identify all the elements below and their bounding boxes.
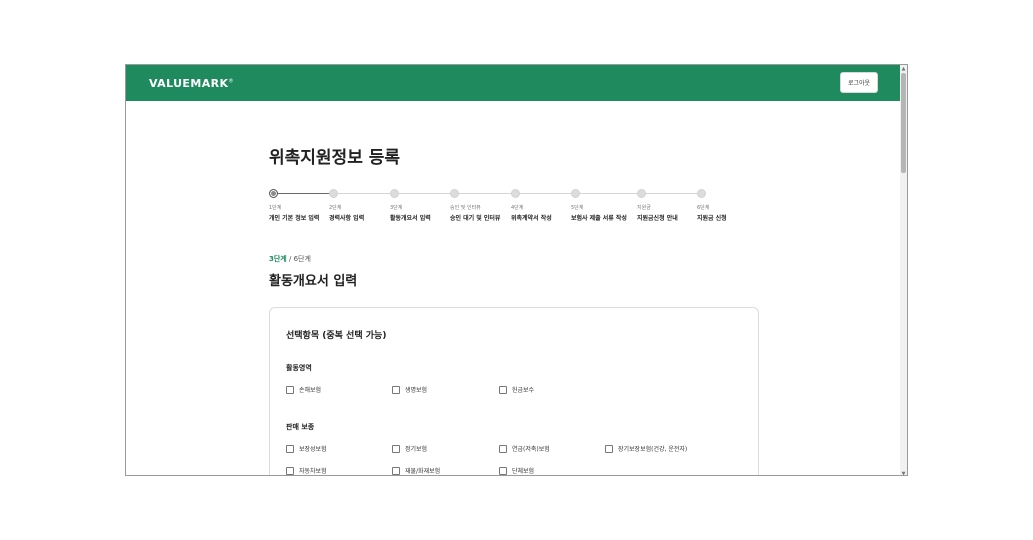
top-header: VALUEMARK® 로그아웃 (126, 65, 902, 101)
step-2-label: 경력사항 입력 (329, 215, 365, 222)
step-5: 5단계 보험사 제출 서류 작성 (571, 189, 627, 222)
step-4-dot (511, 189, 520, 198)
step-5-label: 보험사 제출 서류 작성 (571, 215, 627, 222)
step-support-info-number: 지원금 (637, 205, 651, 211)
progress-separator: / (286, 255, 294, 263)
checkbox-box[interactable] (392, 385, 400, 394)
step-approval-number: 승인 및 인터뷰 (450, 205, 481, 211)
step-3-label: 활동개요서 입력 (390, 215, 431, 222)
step-1-label: 개인 기본 정보 입력 (269, 215, 320, 222)
step-2: 2단계 경력사항 입력 (329, 189, 364, 222)
scroll-down-arrow-icon[interactable]: ▼ (900, 470, 907, 476)
checkbox-box[interactable] (499, 385, 507, 394)
checkbox-label: 연금(저축)보험 (512, 446, 550, 453)
step-approval: 승인 및 인터뷰 승인 대기 및 인터뷰 (450, 189, 500, 222)
checkbox-box[interactable] (605, 444, 613, 453)
checkbox-label: 보장성보험 (299, 446, 327, 453)
vertical-scrollbar[interactable]: ▲ ▼ (900, 65, 907, 476)
step-2-number: 2단계 (329, 205, 342, 211)
scroll-thumb[interactable] (901, 73, 906, 173)
step-3-number: 3단계 (390, 205, 403, 211)
activity-area-title: 활동영역 (286, 364, 312, 372)
valuemark-logo[interactable]: VALUEMARK® (149, 77, 234, 90)
step-support-info-dot (637, 189, 646, 198)
checkbox-pension-insurance[interactable]: 연금(저축)보험 (499, 444, 550, 453)
step-1: 1단계 개인 기본 정보 입력 (269, 189, 319, 222)
logout-button[interactable]: 로그아웃 (840, 72, 878, 93)
checkbox-label: 생명보험 (405, 387, 428, 394)
card-title: 선택항목 (중복 선택 가능) (286, 331, 387, 341)
step-5-dot (571, 189, 580, 198)
step-progress: 3단계 / 6단계 (269, 254, 311, 264)
checkbox-box[interactable] (499, 444, 507, 453)
checkbox-group-insurance[interactable]: 단체보험 (499, 466, 534, 475)
logo-text: VALUEMARK (149, 77, 229, 90)
page-title: 위촉지원정보 등록 (269, 148, 401, 168)
checkbox-property-fire-insurance[interactable]: 재물/화재보험 (392, 466, 440, 475)
checkbox-label: 단체보험 (512, 468, 535, 475)
checkbox-box[interactable] (286, 466, 294, 475)
step-6-number: 6단계 (697, 205, 710, 211)
step-6-dot (697, 189, 706, 198)
checkbox-long-term-insurance[interactable]: 장기보장보험(건강, 운전자) (605, 444, 687, 453)
step-4-number: 4단계 (511, 205, 524, 211)
checkbox-box[interactable] (286, 385, 294, 394)
registration-stepper: 1단계 개인 기본 정보 입력 2단계 경력사항 입력 3단계 활동개요서 입력… (269, 189, 749, 229)
checkbox-box[interactable] (392, 444, 400, 453)
checkbox-life-insurance[interactable]: 생명보험 (392, 385, 427, 394)
checkbox-label: 장기보장보험(건강, 운전자) (618, 446, 688, 453)
checkbox-non-life-insurance[interactable]: 손해보험 (286, 385, 321, 394)
step-4-label: 위촉계약서 작성 (511, 215, 552, 222)
step-3-dot (390, 189, 399, 198)
step-4: 4단계 위촉계약서 작성 (511, 189, 552, 222)
sales-product-title: 판매 보종 (286, 423, 315, 431)
step-approval-dot (450, 189, 459, 198)
logo-mark: ® (228, 78, 234, 85)
checkbox-label: 재물/화재보험 (405, 468, 441, 475)
checkbox-cash-reward[interactable]: 헌금보수 (499, 385, 534, 394)
step-support-info-label: 지원금신청 안내 (637, 215, 678, 222)
checkbox-label: 정기보험 (405, 446, 428, 453)
checkbox-box[interactable] (286, 444, 294, 453)
step-6-label: 지원금 신청 (697, 215, 727, 222)
checkbox-label: 헌금보수 (512, 387, 535, 394)
checkbox-label: 자동차보험 (299, 468, 327, 475)
section-title: 활동개요서 입력 (269, 274, 358, 289)
step-approval-label: 승인 대기 및 인터뷰 (450, 215, 501, 222)
step-2-dot (329, 189, 338, 198)
checkbox-box[interactable] (392, 466, 400, 475)
step-support-info: 지원금 지원금신청 안내 (637, 189, 678, 222)
step-6: 6단계 지원금 신청 (697, 189, 727, 222)
stepper-track-active (273, 193, 333, 194)
checkbox-auto-insurance[interactable]: 자동차보험 (286, 466, 327, 475)
progress-current: 3단계 (269, 255, 287, 263)
checkbox-term-insurance[interactable]: 정기보험 (392, 444, 427, 453)
step-1-dot (269, 189, 278, 198)
progress-total: 6단계 (293, 255, 311, 263)
scroll-up-arrow-icon[interactable]: ▲ (900, 65, 907, 72)
checkbox-label: 손해보험 (299, 387, 322, 394)
checkbox-protection-insurance[interactable]: 보장성보험 (286, 444, 327, 453)
checkbox-box[interactable] (499, 466, 507, 475)
selection-card: 선택항목 (중복 선택 가능) 활동영역 손해보험 생명보험 헌금보수 판매 보… (269, 307, 759, 475)
browser-window: VALUEMARK® 로그아웃 ▲ ▼ 위촉지원정보 등록 1단계 개인 기본 … (125, 64, 908, 476)
step-5-number: 5단계 (571, 205, 584, 211)
step-3: 3단계 활동개요서 입력 (390, 189, 431, 222)
step-1-number: 1단계 (269, 205, 282, 211)
